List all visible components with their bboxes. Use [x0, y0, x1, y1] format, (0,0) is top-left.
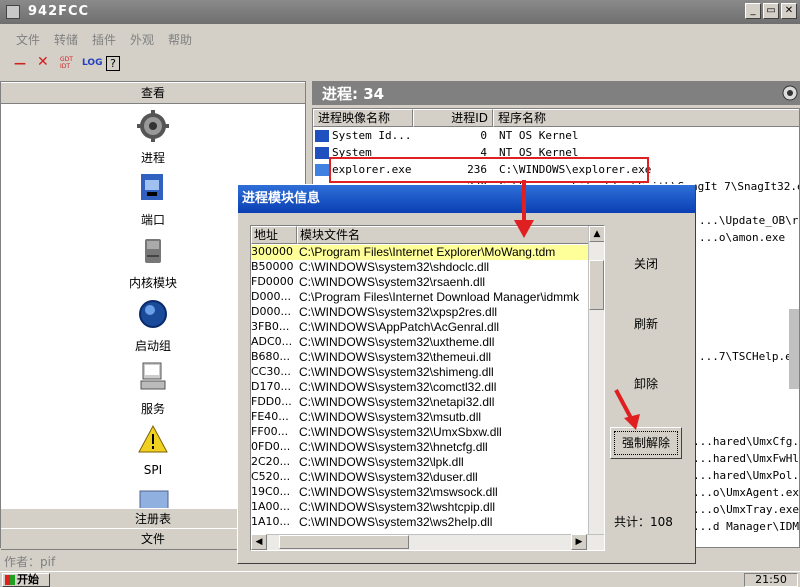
window-title: 942FCC	[28, 4, 90, 19]
maximize-button[interactable]: ▭	[763, 3, 779, 19]
computer-icon	[140, 362, 166, 390]
nav-services[interactable]: 服务	[103, 361, 203, 417]
table-row[interactable]: FE40... C:\WINDOWS\system32\msutb.dll	[251, 410, 591, 425]
col-module-file[interactable]: 模块文件名	[297, 226, 591, 244]
nav-services-label: 服务	[140, 402, 165, 416]
process-icon	[315, 147, 329, 159]
horizontal-scrollbar[interactable]: ◀ ▶	[251, 534, 604, 550]
process-icon	[315, 130, 329, 142]
disk-drive-icon	[145, 239, 161, 263]
author-status: 作者：pif	[4, 555, 56, 569]
table-row[interactable]: D000... C:\Program Files\Internet Downloa…	[251, 290, 591, 305]
table-row[interactable]: 0FD0... C:\WINDOWS\system32\hnetcfg.dll	[251, 440, 591, 455]
table-row[interactable]: FF00... C:\WINDOWS\system32\UmxSbxw.dll	[251, 425, 591, 440]
table-row[interactable]: 2C20... C:\WINDOWS\system32\lpk.dll	[251, 455, 591, 470]
process-count: 进程: 34	[322, 85, 385, 103]
table-row[interactable]: B680... C:\WINDOWS\system32\themeui.dll	[251, 350, 591, 365]
nav-startup-label: 启动组	[134, 339, 171, 353]
nav-port[interactable]: 端口	[103, 172, 203, 228]
title-bar[interactable]: 942FCC _ ▭ ✕	[0, 0, 800, 24]
view-header[interactable]: 查看	[1, 82, 305, 104]
table-row[interactable]: CC30... C:\WINDOWS\system32\shimeng.dll	[251, 365, 591, 380]
folder-icon	[139, 490, 169, 509]
table-row[interactable]: System Id... 0 NT OS Kernel	[313, 128, 799, 145]
scroll-up-button[interactable]: ▲	[589, 226, 604, 242]
nav-kernel-modules[interactable]: 内核模块	[103, 235, 203, 291]
gear-icon	[137, 110, 169, 142]
windows-logo-icon	[5, 575, 15, 585]
gdt-label: GDT	[60, 56, 73, 63]
table-row[interactable]: FDD0... C:\WINDOWS\system32\netapi32.dll	[251, 395, 591, 410]
table-row[interactable]: D000... C:\WINDOWS\system32\xpsp2res.dll	[251, 305, 591, 320]
module-info-dialog: 进程模块信息 地址 模块文件名 300000 C:\Program Files\I…	[237, 184, 696, 564]
table-row[interactable]: B50000 C:\WINDOWS\system32\shdoclc.dll	[251, 260, 591, 275]
start-button[interactable]: 开始	[2, 573, 50, 587]
process-icon	[315, 164, 329, 176]
table-row[interactable]: C520... C:\WINDOWS\system32\duser.dll	[251, 470, 591, 485]
process-count-header: 进程: 34	[312, 81, 800, 105]
table-row-highlighted[interactable]: 300000 C:\Program Files\Internet Explorer…	[251, 245, 591, 260]
nav-startup[interactable]: 启动组	[103, 298, 203, 354]
gdt-idt-icon[interactable]: GDT IDT	[60, 56, 73, 70]
table-row[interactable]: 19C0... C:\WINDOWS\system32\mswsock.dll	[251, 485, 591, 500]
help-icon[interactable]: ?	[106, 56, 120, 71]
dialog-title[interactable]: 进程模块信息	[238, 185, 695, 213]
startup-orb-icon	[139, 300, 167, 328]
highlight-box-explorer	[329, 157, 649, 183]
nav-port-label: 端口	[140, 213, 165, 227]
minus-icon[interactable]: —	[14, 56, 26, 70]
nav-kernel-modules-label: 内核模块	[128, 276, 177, 290]
warning-icon	[138, 424, 168, 453]
table-row[interactable]: 1A00... C:\WINDOWS\system32\wshtcpip.dll	[251, 500, 591, 515]
red-arrow-down-icon	[514, 180, 534, 238]
menu-help[interactable]: 帮助	[168, 31, 192, 48]
close-button[interactable]: ✕	[781, 3, 797, 19]
scroll-right-button[interactable]: ▶	[571, 534, 587, 550]
menu-appearance[interactable]: 外观	[130, 31, 154, 48]
nav-spi-label: SPI	[143, 463, 163, 477]
app-icon	[6, 5, 20, 19]
menu-bar: 文件 转储 插件 外观 帮助	[0, 28, 800, 50]
module-table: 地址 模块文件名 300000 C:\Program Files\Internet…	[250, 225, 605, 551]
red-arrow-diagonal-icon	[614, 389, 640, 430]
refresh-gear-icon[interactable]	[782, 85, 798, 101]
toolbar: — ✕ GDT IDT LOG ?	[0, 52, 800, 76]
network-port-icon	[141, 174, 163, 200]
clock: 21:50	[744, 573, 798, 587]
table-row[interactable]: 3FB0... C:\WINDOWS\AppPatch\AcGenral.dll	[251, 320, 591, 335]
col-pid[interactable]: 进程ID	[413, 109, 493, 127]
menu-plugins[interactable]: 插件	[92, 31, 116, 48]
minimize-button[interactable]: _	[745, 3, 761, 19]
col-image-name[interactable]: 进程映像名称	[313, 109, 413, 127]
log-icon[interactable]: LOG	[82, 58, 102, 68]
start-label: 开始	[17, 573, 39, 586]
vertical-scrollbar[interactable]: ▲	[588, 226, 604, 536]
scroll-thumb[interactable]	[589, 260, 604, 310]
table-row[interactable]: D170... C:\WINDOWS\system32\comctl32.dll	[251, 380, 591, 395]
total-count: 共计：108	[614, 515, 673, 529]
nav-process[interactable]: 进程	[103, 110, 203, 166]
menu-file[interactable]: 文件	[16, 31, 40, 48]
scroll-left-button[interactable]: ◀	[251, 534, 267, 550]
refresh-button[interactable]: 刷新	[610, 309, 682, 341]
close-dialog-button[interactable]: 关闭	[610, 249, 682, 281]
col-program-name[interactable]: 程序名称	[493, 109, 799, 127]
nav-process-label: 进程	[140, 151, 165, 165]
table-row[interactable]: FD0000 C:\WINDOWS\system32\rsaenh.dll	[251, 275, 591, 290]
menu-dump[interactable]: 转储	[54, 31, 78, 48]
hscroll-thumb[interactable]	[279, 535, 409, 549]
nav-spi[interactable]: SPI	[103, 424, 203, 477]
taskbar: 开始 21:50	[0, 571, 800, 587]
table-row[interactable]: 1A10... C:\WINDOWS\system32\ws2help.dll	[251, 515, 591, 530]
process-list-scrollbar[interactable]	[789, 309, 799, 389]
col-address[interactable]: 地址	[251, 226, 297, 244]
idt-label: IDT	[60, 63, 71, 70]
table-row[interactable]: ADC0... C:\WINDOWS\system32\uxtheme.dll	[251, 335, 591, 350]
close-icon[interactable]: ✕	[37, 54, 49, 70]
